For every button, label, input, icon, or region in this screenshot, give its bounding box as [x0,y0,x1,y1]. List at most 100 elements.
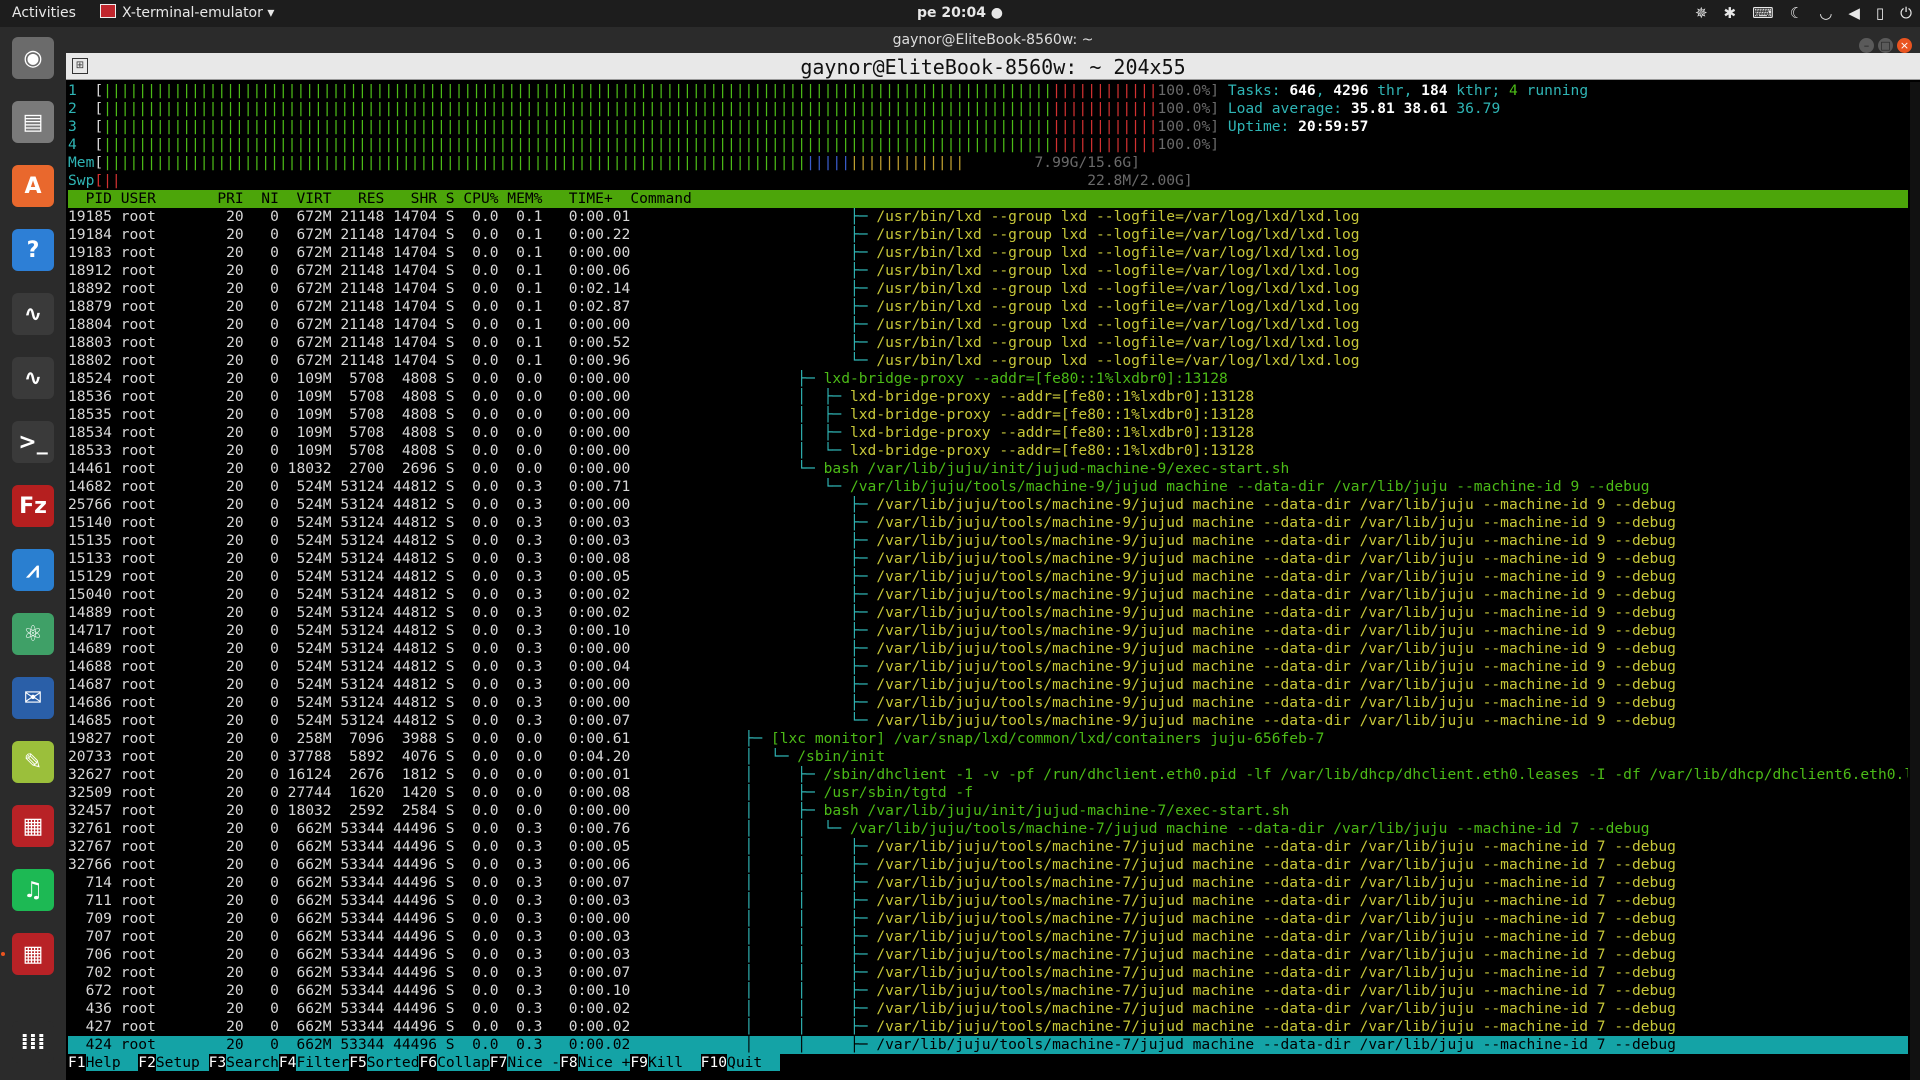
process-row[interactable]: 427 root 20 0 662M 53344 44496 S 0.0 0.3… [68,1018,1908,1036]
process-row[interactable]: 18879 root 20 0 672M 21148 14704 S 0.0 0… [68,298,1908,316]
dock-item[interactable]: ◉ [8,33,58,83]
process-row[interactable]: 14717 root 20 0 524M 53124 44812 S 0.0 0… [68,622,1908,640]
fkey-label-f5[interactable]: Sorted [366,1054,420,1071]
process-row[interactable]: 32761 root 20 0 662M 53344 44496 S 0.0 0… [68,820,1908,838]
app-menu[interactable]: X-terminal-emulator ▾ [100,0,274,27]
process-row[interactable]: 706 root 20 0 662M 53344 44496 S 0.0 0.3… [68,946,1908,964]
dock-item[interactable]: ▦ [8,801,58,851]
process-row[interactable]: 424 root 20 0 662M 53344 44496 S 0.0 0.3… [68,1036,1908,1054]
fkey-label-f10[interactable]: Quit [727,1054,780,1071]
process-row[interactable]: 436 root 20 0 662M 53344 44496 S 0.0 0.3… [68,1000,1908,1018]
process-columns: 19184 root 20 0 672M 21148 14704 S 0.0 0… [68,226,640,243]
night-light-icon[interactable]: ☾ [1790,0,1803,27]
process-tree: ├─ [639,262,877,279]
dock-item[interactable]: A [8,161,58,211]
process-row[interactable]: 707 root 20 0 662M 53344 44496 S 0.0 0.3… [68,928,1908,946]
process-row[interactable]: 711 root 20 0 662M 53344 44496 S 0.0 0.3… [68,892,1908,910]
process-row[interactable]: 19183 root 20 0 672M 21148 14704 S 0.0 0… [68,244,1908,262]
dock-item[interactable]: >_ [8,417,58,467]
process-row[interactable]: 18803 root 20 0 672M 21148 14704 S 0.0 0… [68,334,1908,352]
process-row[interactable]: 14687 root 20 0 524M 53124 44812 S 0.0 0… [68,676,1908,694]
scrollbar[interactable] [1910,82,1920,1080]
fkey-label-f1[interactable]: Help [85,1054,139,1071]
process-command: /usr/bin/lxd --group lxd --logfile=/var/… [876,316,1360,333]
process-row[interactable]: 18536 root 20 0 109M 5708 4808 S 0.0 0.0… [68,388,1908,406]
process-row[interactable]: 15129 root 20 0 524M 53124 44812 S 0.0 0… [68,568,1908,586]
process-row[interactable]: 702 root 20 0 662M 53344 44496 S 0.0 0.3… [68,964,1908,982]
close-button[interactable]: × [1897,38,1912,53]
process-row[interactable]: 18912 root 20 0 672M 21148 14704 S 0.0 0… [68,262,1908,280]
process-row[interactable]: 19827 root 20 0 258M 7096 3988 S 0.0 0.0… [68,730,1908,748]
process-row[interactable]: 18533 root 20 0 109M 5708 4808 S 0.0 0.0… [68,442,1908,460]
dock-item[interactable]: ♫ [8,865,58,915]
process-row[interactable]: 19185 root 20 0 672M 21148 14704 S 0.0 0… [68,208,1908,226]
fkey-label-f9[interactable]: Kill [647,1054,701,1071]
process-row[interactable]: 18534 root 20 0 109M 5708 4808 S 0.0 0.0… [68,424,1908,442]
cpu-id: 4 [68,136,95,153]
power-icon[interactable]: ⏻ [1900,0,1912,27]
process-row[interactable]: 14682 root 20 0 524M 53124 44812 S 0.0 0… [68,478,1908,496]
process-row[interactable]: 20733 root 20 0 37788 5892 4076 S 0.0 0.… [68,748,1908,766]
dock-item[interactable]: ▦ [8,929,58,979]
process-row[interactable]: 14889 root 20 0 524M 53124 44812 S 0.0 0… [68,604,1908,622]
process-row[interactable]: 15040 root 20 0 524M 53124 44812 S 0.0 0… [68,586,1908,604]
process-row[interactable]: 14686 root 20 0 524M 53124 44812 S 0.0 0… [68,694,1908,712]
process-row[interactable]: 14689 root 20 0 524M 53124 44812 S 0.0 0… [68,640,1908,658]
system-monitor-2-icon: ∿ [12,357,54,399]
fkey-label-f8[interactable]: Nice + [577,1054,631,1071]
wifi-icon[interactable]: ◡ [1819,0,1832,27]
process-row[interactable]: 25766 root 20 0 524M 53124 44812 S 0.0 0… [68,496,1908,514]
cpu-bar-user2: ||||||||||||||||||||||||||||||||||||||||… [524,136,1053,153]
fkey-label-f3[interactable]: Search [226,1054,279,1071]
process-row[interactable]: 18802 root 20 0 672M 21148 14704 S 0.0 0… [68,352,1908,370]
dock-item[interactable]: ▤ [8,97,58,147]
dock-item[interactable]: ⩘ [8,545,58,595]
dock-item[interactable]: ⁞⁞⁞ [8,1017,58,1067]
dock-item[interactable]: ⚛ [8,609,58,659]
mem-label: Mem [68,154,95,171]
process-row[interactable]: 32509 root 20 0 27744 1620 1420 S 0.0 0.… [68,784,1908,802]
dock-item[interactable]: ? [8,225,58,275]
process-row[interactable]: 14461 root 20 0 18032 2700 2696 S 0.0 0.… [68,460,1908,478]
process-row[interactable]: 32627 root 20 0 16124 2676 1812 S 0.0 0.… [68,766,1908,784]
htop-screen[interactable]: 1 [|||||||||||||||||||||||||||||||||||||… [68,82,1908,1080]
fkey-label-f6[interactable]: Collap [437,1054,490,1071]
process-row[interactable]: 18535 root 20 0 109M 5708 4808 S 0.0 0.0… [68,406,1908,424]
volume-icon[interactable]: ◀ [1848,0,1860,27]
process-row[interactable]: 709 root 20 0 662M 53344 44496 S 0.0 0.3… [68,910,1908,928]
clock[interactable]: pe 20:04 ● [917,0,1003,27]
dock-item[interactable]: ∿ [8,353,58,403]
process-row[interactable]: 32457 root 20 0 18032 2592 2584 S 0.0 0.… [68,802,1908,820]
system-tray[interactable]: ✵ ✱ ⌨ ☾ ◡ ◀ ▯ ⏻ [1679,0,1912,27]
maximize-button[interactable]: □ [1878,38,1893,53]
process-row[interactable]: 18524 root 20 0 109M 5708 4808 S 0.0 0.0… [68,370,1908,388]
process-row[interactable]: 32766 root 20 0 662M 53344 44496 S 0.0 0… [68,856,1908,874]
process-row[interactable]: 15133 root 20 0 524M 53124 44812 S 0.0 0… [68,550,1908,568]
process-row[interactable]: 714 root 20 0 662M 53344 44496 S 0.0 0.3… [68,874,1908,892]
process-row[interactable]: 15135 root 20 0 524M 53124 44812 S 0.0 0… [68,532,1908,550]
fkey-label-f4[interactable]: Filter [296,1054,350,1071]
dock-item[interactable]: ✉ [8,673,58,723]
process-row[interactable]: 18804 root 20 0 672M 21148 14704 S 0.0 0… [68,316,1908,334]
bluetooth-icon[interactable]: ✱ [1724,0,1737,27]
process-row[interactable]: 18892 root 20 0 672M 21148 14704 S 0.0 0… [68,280,1908,298]
process-row[interactable]: 14688 root 20 0 524M 53124 44812 S 0.0 0… [68,658,1908,676]
minimize-button[interactable]: – [1859,38,1874,53]
steam-icon[interactable]: ✵ [1695,0,1708,27]
window-titlebar[interactable]: gaynor@EliteBook-8560w: ~ – □ × [66,27,1920,53]
dock-item[interactable]: ∿ [8,289,58,339]
process-row[interactable]: 14685 root 20 0 524M 53124 44812 S 0.0 0… [68,712,1908,730]
process-tree: ├─ [639,244,877,261]
process-row[interactable]: 672 root 20 0 662M 53344 44496 S 0.0 0.3… [68,982,1908,1000]
fkey-label-f2[interactable]: Setup [155,1054,209,1071]
battery-icon[interactable]: ▯ [1876,0,1884,27]
dock-item[interactable]: ✎ [8,737,58,787]
dock-item[interactable]: Fz [8,481,58,531]
process-row[interactable]: 32767 root 20 0 662M 53344 44496 S 0.0 0… [68,838,1908,856]
process-columns: 18804 root 20 0 672M 21148 14704 S 0.0 0… [68,316,640,333]
keyboard-icon[interactable]: ⌨ [1752,0,1774,27]
activities-button[interactable]: Activities [12,0,76,27]
process-row[interactable]: 19184 root 20 0 672M 21148 14704 S 0.0 0… [68,226,1908,244]
process-row[interactable]: 15140 root 20 0 524M 53124 44812 S 0.0 0… [68,514,1908,532]
fkey-label-f7[interactable]: Nice - [507,1054,561,1071]
